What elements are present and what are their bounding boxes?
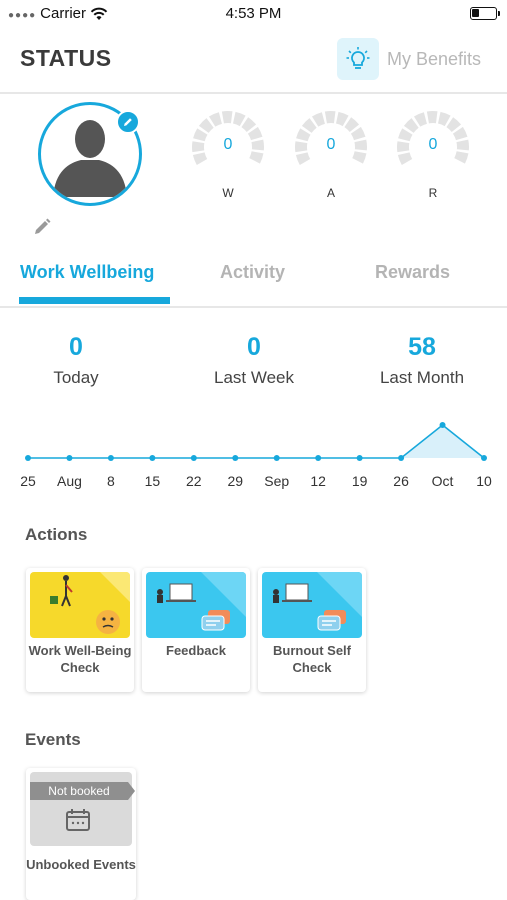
chart-x-tick-label: 8: [107, 473, 115, 489]
burnout-illustration-icon: [262, 572, 362, 638]
gauge-value: 0: [428, 136, 438, 153]
chart-point: [66, 455, 73, 461]
chart-point: [25, 455, 31, 461]
chart-x-tick-label: 29: [227, 473, 243, 489]
stat-label: Today: [53, 368, 99, 387]
lightbulb-icon: [336, 38, 379, 80]
stat-label: Last Month: [379, 368, 465, 387]
tab-rewards[interactable]: Rewards: [375, 262, 450, 283]
gauge-a: 0 A: [295, 110, 367, 200]
stat-label: Last Week: [213, 368, 294, 387]
chart-point: [273, 455, 280, 461]
chart-x-tick-label: 19: [352, 473, 368, 489]
stat-value: 58: [408, 333, 436, 361]
status-bar: ●●●● Carrier 4:53 PM: [0, 0, 507, 28]
gauge-value: 0: [326, 136, 336, 153]
chart-point: [107, 455, 114, 461]
gauge-label: W: [222, 186, 234, 200]
clock: 4:53 PM: [225, 5, 282, 22]
action-card-label: Work Well-Being Check: [28, 643, 132, 675]
stat-today: 0 Today: [1, 333, 151, 388]
chart-x-tick-label: 15: [145, 473, 161, 489]
gauge-label: A: [326, 186, 335, 200]
edit-avatar-button[interactable]: [116, 110, 140, 134]
chart-x-tick-label: Aug: [57, 473, 82, 489]
action-card-label: Burnout Self Check: [273, 643, 351, 675]
chart-point: [232, 455, 239, 461]
stat-value: 0: [69, 333, 83, 361]
activity-line-chart: 25 Aug 8 15 22 29 Sep 12 19 26 Oct 10: [20, 422, 492, 489]
stat-value: 0: [247, 333, 261, 361]
event-card-label: Unbooked Events: [26, 857, 136, 872]
chart-point: [190, 455, 197, 461]
battery-icon: [470, 7, 500, 20]
not-booked-badge: Not booked: [30, 782, 135, 800]
work-wellbeing-illustration-icon: [30, 572, 130, 638]
tab-activity[interactable]: Activity: [220, 262, 285, 283]
pencil-icon: [124, 118, 132, 126]
action-card-feedback[interactable]: Feedback: [142, 568, 250, 692]
tab-bar: Work Wellbeing Activity Rewards: [0, 250, 507, 308]
chart-point: [439, 422, 446, 428]
gauge-value: 0: [223, 136, 233, 153]
my-benefits-label: My Benefits: [386, 48, 481, 69]
feedback-illustration-icon: [146, 572, 246, 638]
actions-title: Actions: [25, 525, 88, 544]
chart-x-tick-label: Sep: [264, 473, 289, 489]
chart-x-tick-label: Oct: [432, 473, 454, 489]
chart-x-tick-label: 25: [20, 473, 36, 489]
stat-last-week: 0 Last Week: [179, 333, 329, 388]
page-title: STATUS: [20, 45, 112, 71]
event-card-unbooked[interactable]: Not booked Unbooked Events: [26, 768, 136, 900]
edit-profile-button[interactable]: [32, 217, 52, 242]
action-card-label: Feedback: [166, 643, 226, 658]
pencil-icon: [35, 218, 51, 234]
my-benefits-button[interactable]: My Benefits: [336, 38, 481, 80]
action-card-work-wellbeing-check[interactable]: Work Well-Being Check: [26, 568, 134, 692]
chart-x-tick-label: 22: [186, 473, 202, 489]
chart-x-tick-label: 10: [476, 473, 492, 489]
gauge-label: R: [428, 186, 438, 200]
chart-point: [356, 455, 363, 461]
calendar-icon: [65, 808, 91, 837]
active-tab-indicator: [19, 297, 170, 304]
chart-area: [28, 425, 484, 458]
chart-point: [398, 455, 405, 461]
header: STATUS My Benefits: [0, 28, 507, 94]
gauge-w: 0 W: [192, 110, 264, 200]
tab-work-wellbeing[interactable]: Work Wellbeing: [20, 262, 154, 283]
stat-last-month: 58 Last Month: [347, 333, 497, 388]
events-title: Events: [25, 730, 81, 749]
chart-x-tick-label: 26: [393, 473, 409, 489]
chart-point: [149, 455, 156, 461]
chart-point: [481, 455, 487, 461]
chart-point: [315, 455, 322, 461]
gauge-r: 0 R: [397, 110, 469, 200]
chart-x-tick-label: 12: [310, 473, 326, 489]
action-card-burnout-self-check[interactable]: Burnout Self Check: [258, 568, 366, 692]
